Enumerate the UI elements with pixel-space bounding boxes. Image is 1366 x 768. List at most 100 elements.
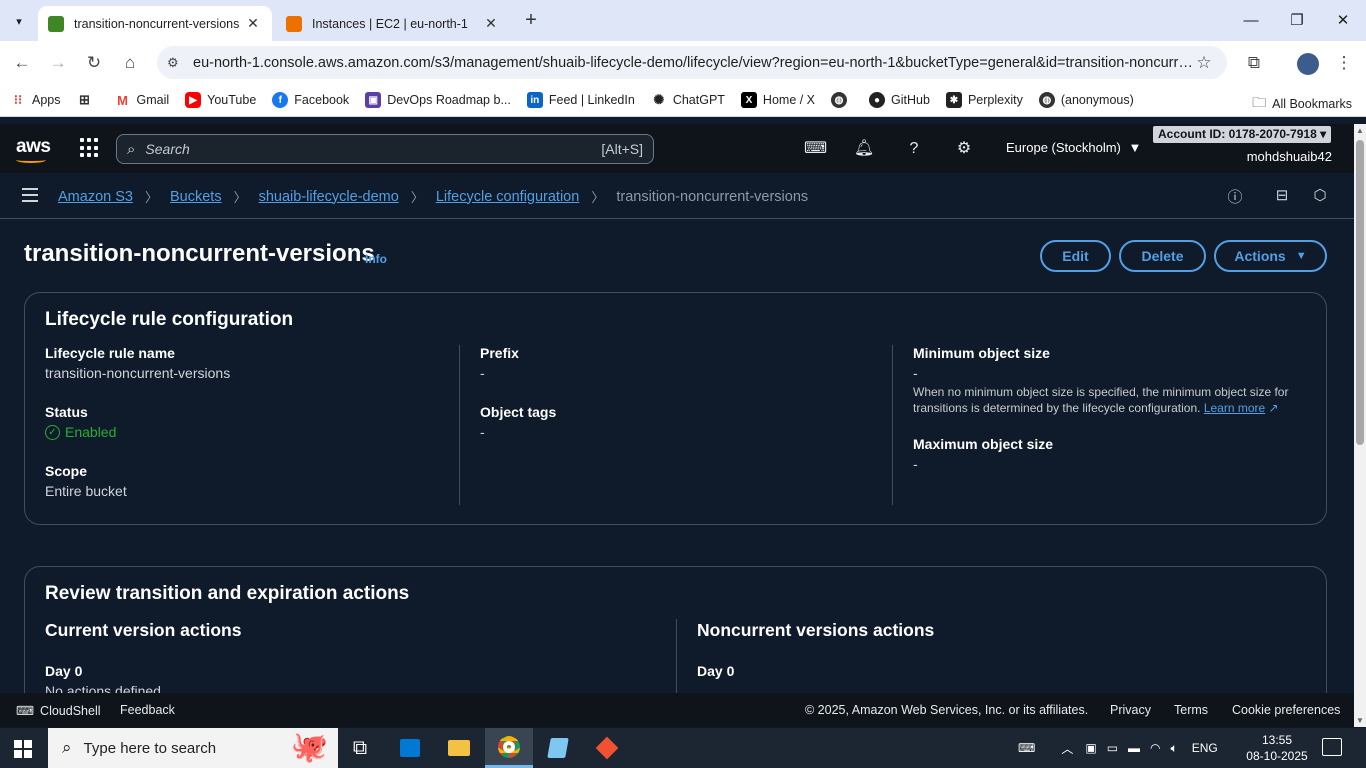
breadcrumb-lifecycle-configuration[interactable]: Lifecycle configuration — [436, 189, 579, 205]
breadcrumb-buckets[interactable]: Buckets — [170, 189, 222, 205]
services-menu-icon[interactable] — [80, 138, 100, 158]
account-id-badge[interactable]: Account ID: 0178-2070-7918 ▾ — [1153, 126, 1332, 143]
page-scrollbar[interactable]: ▲ ▼ — [1354, 124, 1366, 727]
forward-button[interactable]: → — [44, 49, 72, 77]
scrollbar-thumb[interactable] — [1356, 140, 1364, 445]
browser-menu-icon[interactable]: ⋮ — [1330, 49, 1358, 77]
cookie-preferences-link[interactable]: Cookie preferences — [1232, 703, 1340, 717]
meet-now-icon[interactable]: ▣ — [1085, 741, 1096, 755]
info-link[interactable]: Info — [365, 252, 387, 266]
settings-gear-icon[interactable]: ⚙ — [953, 138, 975, 160]
bookmark-star-icon[interactable]: ☆ — [1193, 53, 1215, 73]
bookmark-anonymous[interactable]: ◍ (anonymous) — [1038, 92, 1134, 108]
notification-center-icon[interactable] — [1322, 738, 1342, 756]
scroll-up-arrow-icon[interactable]: ▲ — [1354, 126, 1366, 135]
taskbar-clock[interactable]: 13:55 08-10-2025 — [1246, 732, 1308, 764]
wifi-icon[interactable]: ◠ — [1150, 741, 1160, 755]
chevron-right-icon: 〉 — [144, 190, 158, 205]
breadcrumb: Amazon S3 〉 Buckets 〉 shuaib-lifecycle-d… — [58, 187, 808, 206]
divider — [892, 345, 893, 505]
breadcrumb-amazon-s3[interactable]: Amazon S3 — [58, 189, 133, 205]
aws-logo[interactable]: aws — [16, 136, 51, 163]
browser-tab[interactable]: Instances | EC2 | eu-north-1 ✕ — [276, 6, 510, 41]
hexagon-settings-icon[interactable]: ⬡ — [1310, 186, 1330, 206]
search-icon: ⌕ — [62, 738, 72, 757]
display-icon[interactable]: ▭ — [1107, 741, 1118, 755]
chevron-up-icon[interactable]: ︿ — [1061, 740, 1073, 757]
task-view-icon[interactable]: ⧉ — [336, 728, 384, 768]
bookmark-facebook[interactable]: f Facebook — [272, 92, 349, 108]
bookmark-apps[interactable]: ⁝⁝ Apps — [10, 92, 61, 108]
bookmark-devops-roadmap[interactable]: ▣ DevOps Roadmap b... — [365, 92, 511, 108]
current-day-value: No actions defined — [45, 683, 161, 693]
split-panel-icon[interactable]: ⊟ — [1272, 186, 1292, 206]
bookmark-perplexity[interactable]: ✱ Perplexity — [945, 92, 1023, 108]
file-explorer-icon[interactable] — [435, 728, 483, 768]
chrome-icon[interactable] — [485, 728, 533, 768]
new-tab-button[interactable]: + — [518, 8, 544, 34]
terms-link[interactable]: Terms — [1174, 703, 1208, 717]
git-icon[interactable] — [583, 728, 631, 768]
microsoft-store-icon[interactable] — [386, 728, 434, 768]
notepad-icon[interactable] — [534, 728, 582, 768]
profile-avatar[interactable] — [1294, 50, 1322, 78]
volume-icon[interactable]: 🔈︎ — [1171, 741, 1178, 756]
battery-icon[interactable]: ▬ — [1128, 741, 1140, 755]
bookmark-tab-groups[interactable]: ⊞ — [77, 92, 99, 108]
column-general: Lifecycle rule name transition-noncurren… — [45, 345, 230, 499]
bookmarks-bar: ⁝⁝ Apps ⊞ M Gmail ▶ YouTube f Facebook ▣ DevO… — [0, 84, 1366, 117]
window-close-button[interactable]: ✕ — [1320, 0, 1366, 40]
scroll-down-arrow-icon[interactable]: ▼ — [1354, 716, 1366, 725]
s3-favicon-icon — [48, 15, 64, 32]
minimize-button[interactable]: — — [1228, 0, 1274, 40]
linkedin-icon: in — [526, 92, 543, 108]
bookmark-youtube[interactable]: ▶ YouTube — [185, 92, 256, 108]
bookmark-gmail[interactable]: M Gmail — [115, 92, 169, 108]
rule-name-value: transition-noncurrent-versions — [45, 365, 231, 381]
delete-button[interactable]: Delete — [1119, 240, 1206, 272]
breadcrumb-bucket[interactable]: shuaib-lifecycle-demo — [259, 189, 399, 205]
actions-button[interactable]: Actions ▼ — [1214, 240, 1327, 272]
close-icon[interactable]: ✕ — [482, 15, 500, 32]
help-icon[interactable]: ? — [903, 138, 925, 160]
tab-search-button[interactable]: ▾ — [6, 8, 32, 34]
account-username[interactable]: mohdshuaib42 — [1247, 149, 1332, 164]
home-button[interactable]: ⌂ — [116, 49, 144, 77]
address-bar[interactable]: ⚙ eu-north-1.console.aws.amazon.com/s3/m… — [157, 46, 1227, 79]
aws-search-input[interactable]: ⌕ Search [Alt+S] — [116, 134, 654, 164]
side-nav-menu-icon[interactable] — [22, 188, 38, 206]
bookmark-linkedin[interactable]: in Feed | LinkedIn — [526, 92, 635, 108]
keyboard-icon[interactable]: ⌨ — [1018, 741, 1035, 755]
notifications-bell-icon[interactable]: 🔔︎ — [853, 138, 875, 160]
tab-title: transition-noncurrent-versions — [74, 16, 240, 31]
info-circle-icon[interactable]: ⓘ — [1225, 186, 1245, 206]
bookmark-x[interactable]: X Home / X — [740, 92, 815, 108]
feedback-link[interactable]: Feedback — [120, 703, 175, 717]
url-text: eu-north-1.console.aws.amazon.com/s3/man… — [193, 54, 1193, 71]
bookmark-chatgpt[interactable]: ✺ ChatGPT — [651, 92, 725, 108]
close-icon[interactable]: ✕ — [244, 15, 262, 32]
bookmark-globe[interactable]: ◍ — [831, 92, 853, 108]
site-info-icon[interactable]: ⚙ — [167, 55, 187, 71]
caret-down-icon: ▼ — [1295, 250, 1307, 262]
reload-button[interactable]: ↻ — [80, 49, 108, 77]
edit-button[interactable]: Edit — [1040, 240, 1111, 272]
windows-start-icon[interactable] — [14, 740, 32, 758]
extensions-icon[interactable]: ⧉ — [1240, 49, 1268, 77]
back-button[interactable]: ← — [8, 49, 36, 77]
chatgpt-icon: ✺ — [653, 92, 665, 107]
cloudshell-icon[interactable]: ⌨ — [804, 138, 827, 160]
language-indicator[interactable]: ENG — [1192, 741, 1218, 755]
taskbar-search-input[interactable]: ⌕ Type here to search 🐙 — [48, 728, 338, 768]
console-footer: ⌨ CloudShell Feedback © 2025, Amazon Web … — [0, 693, 1354, 727]
restore-button[interactable]: ❐ — [1274, 0, 1320, 40]
browser-tab-active[interactable]: transition-noncurrent-versions ✕ — [38, 6, 272, 41]
privacy-link[interactable]: Privacy — [1110, 703, 1151, 717]
region-selector[interactable]: Europe (Stockholm) ▼ — [1006, 140, 1141, 155]
learn-more-link[interactable]: Learn more — [1204, 401, 1265, 415]
min-size-label: Minimum object size — [913, 345, 1050, 361]
max-size-value: - — [913, 456, 918, 472]
cloudshell-footer-button[interactable]: ⌨ CloudShell — [16, 703, 101, 719]
bookmark-github[interactable]: ● GitHub — [869, 92, 930, 108]
all-bookmarks-button[interactable]: 🗀 All Bookmarks — [1252, 92, 1352, 116]
